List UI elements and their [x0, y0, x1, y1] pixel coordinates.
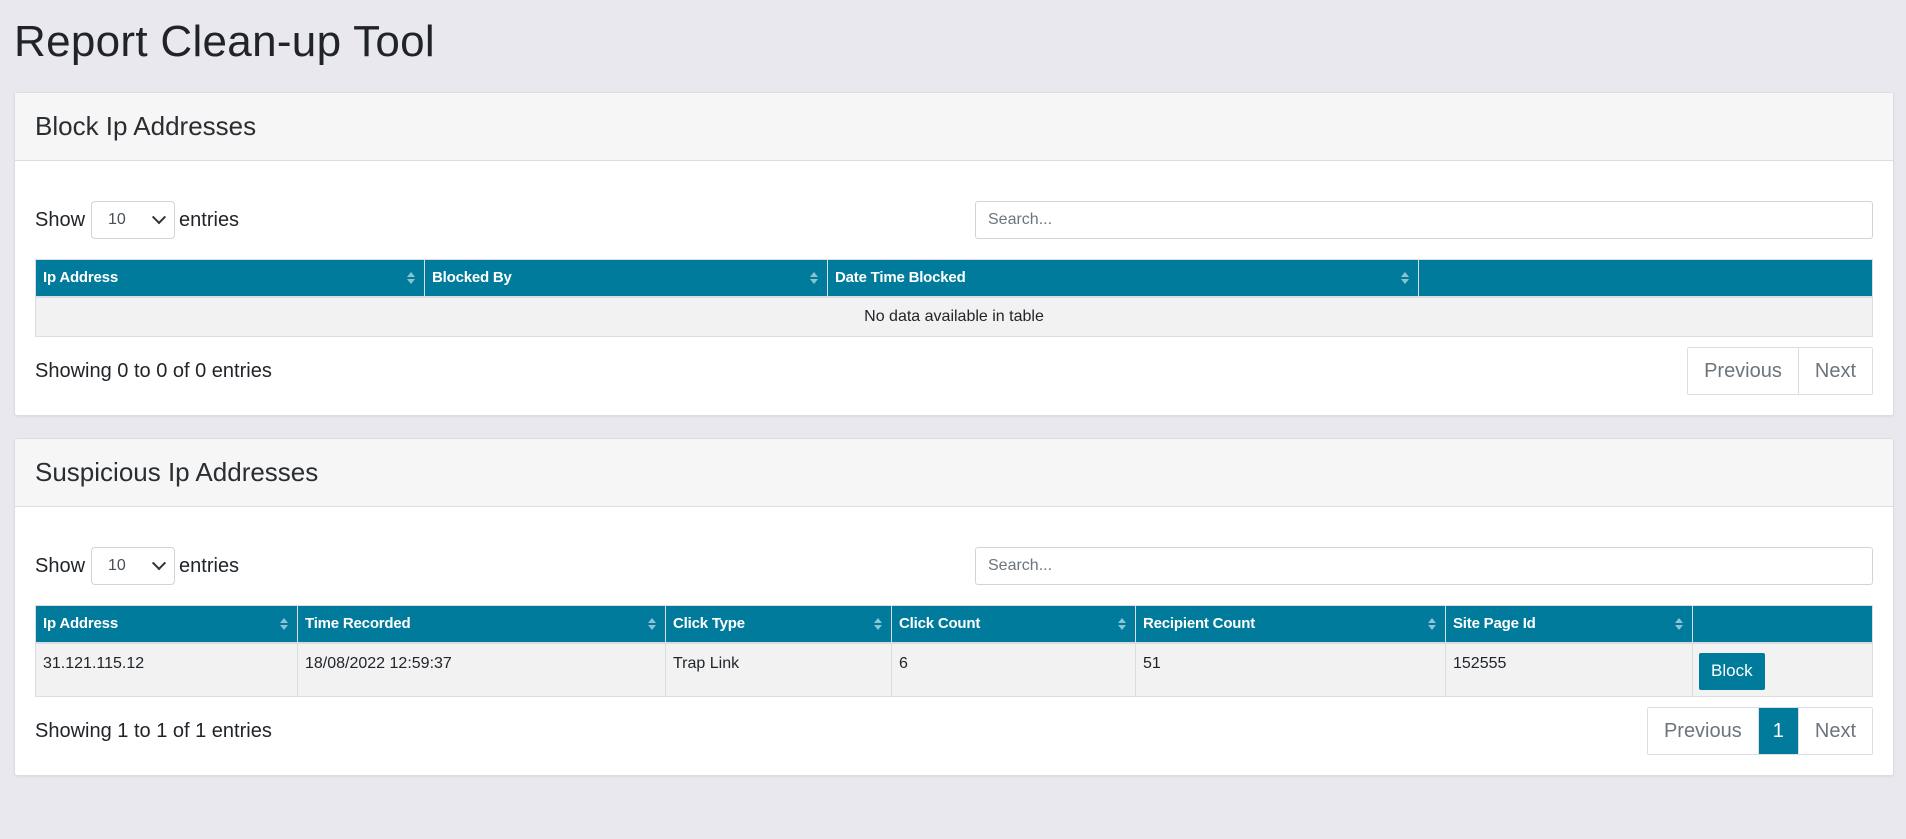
block-ip-button[interactable]: Block [1699, 652, 1765, 690]
sort-icon [1428, 618, 1436, 632]
card-title: Suspicious Ip Addresses [35, 457, 319, 487]
cell-click-type: Trap Link [665, 642, 892, 697]
table-controls: Show 10 entries [35, 201, 1873, 239]
search-input[interactable] [975, 201, 1873, 239]
sort-icon [1401, 272, 1409, 286]
sort-icon [280, 618, 288, 632]
table-info: Showing 1 to 1 of 1 entries [35, 719, 272, 742]
show-label: Show [35, 208, 86, 231]
sort-icon [1675, 618, 1683, 632]
suspicious-ip-table: Ip Address Time Recorded Click Type Clic… [35, 605, 1873, 697]
sort-icon [874, 618, 882, 632]
entries-label: entries [179, 208, 240, 231]
table-footer: Showing 0 to 0 of 0 entries Previous Nex… [35, 347, 1873, 395]
sort-icon [648, 618, 656, 632]
table-row: 31.121.115.12 18/08/2022 12:59:37 Trap L… [35, 642, 1873, 697]
card-body: Show 10 entries Ip Address Time Recor [15, 507, 1893, 775]
sort-icon [1118, 618, 1126, 632]
cell-action: Block [1692, 642, 1873, 697]
next-page-button[interactable]: Next [1797, 708, 1872, 754]
table-header-row: Ip Address Time Recorded Click Type Clic… [35, 605, 1873, 644]
column-header-site-page-id[interactable]: Site Page Id [1445, 605, 1693, 644]
column-header-recipient-count[interactable]: Recipient Count [1135, 605, 1446, 644]
table-header-row: Ip Address Blocked By Date Time Blocked [35, 259, 1873, 298]
card-title: Block Ip Addresses [35, 111, 257, 141]
chevron-down-icon [151, 556, 167, 571]
page: Report Clean-up Tool Block Ip Addresses … [0, 0, 1906, 776]
cell-click-count: 6 [891, 642, 1136, 697]
card-body: Show 10 entries Ip Address Blocked By [15, 161, 1893, 415]
sort-icon [810, 272, 818, 286]
page-length-control: Show 10 entries [35, 547, 239, 585]
search-input[interactable] [975, 547, 1873, 585]
column-header-actions [1692, 605, 1873, 644]
cell-site-page-id: 152555 [1445, 642, 1693, 697]
page-length-value: 10 [108, 557, 126, 574]
previous-page-button[interactable]: Previous [1647, 708, 1758, 754]
empty-table-message: No data available in table [35, 296, 1873, 337]
chevron-down-icon [151, 210, 167, 225]
card-header: Block Ip Addresses [15, 93, 1893, 161]
column-header-click-type[interactable]: Click Type [665, 605, 892, 644]
column-header-actions [1418, 259, 1873, 298]
pagination: Previous Next [1687, 347, 1873, 395]
next-page-button[interactable]: Next [1797, 348, 1872, 394]
page-length-control: Show 10 entries [35, 201, 239, 239]
column-header-blocked-by[interactable]: Blocked By [424, 259, 828, 298]
column-header-ip-address[interactable]: Ip Address [35, 605, 298, 644]
column-header-click-count[interactable]: Click Count [891, 605, 1136, 644]
pagination: Previous 1 Next [1646, 707, 1873, 755]
column-header-date-time-blocked[interactable]: Date Time Blocked [827, 259, 1419, 298]
column-header-ip-address[interactable]: Ip Address [35, 259, 425, 298]
page-length-value: 10 [108, 211, 126, 228]
table-controls: Show 10 entries [35, 547, 1873, 585]
blocked-ip-card: Block Ip Addresses Show 10 entries Searc… [14, 92, 1894, 416]
card-header: Suspicious Ip Addresses [15, 439, 1893, 507]
table-footer: Showing 1 to 1 of 1 entries Previous 1 N… [35, 707, 1873, 755]
page-length-select[interactable]: 10 [91, 201, 176, 239]
entries-label: entries [179, 554, 240, 577]
sort-icon [407, 272, 415, 286]
cell-time-recorded: 18/08/2022 12:59:37 [297, 642, 666, 697]
column-header-time-recorded[interactable]: Time Recorded [297, 605, 666, 644]
table-info: Showing 0 to 0 of 0 entries [35, 359, 272, 382]
suspicious-ip-card: Suspicious Ip Addresses Show 10 entries [14, 438, 1894, 776]
cell-recipient-count: 51 [1135, 642, 1446, 697]
page-1-button[interactable]: 1 [1757, 708, 1798, 754]
table-row: No data available in table [35, 296, 1873, 337]
blocked-ip-table: Ip Address Blocked By Date Time Blocked … [35, 259, 1873, 337]
page-length-select[interactable]: 10 [91, 547, 176, 585]
previous-page-button[interactable]: Previous [1688, 348, 1798, 394]
show-label: Show [35, 554, 86, 577]
cell-ip-address: 31.121.115.12 [35, 642, 298, 697]
page-title: Report Clean-up Tool [14, 17, 435, 66]
